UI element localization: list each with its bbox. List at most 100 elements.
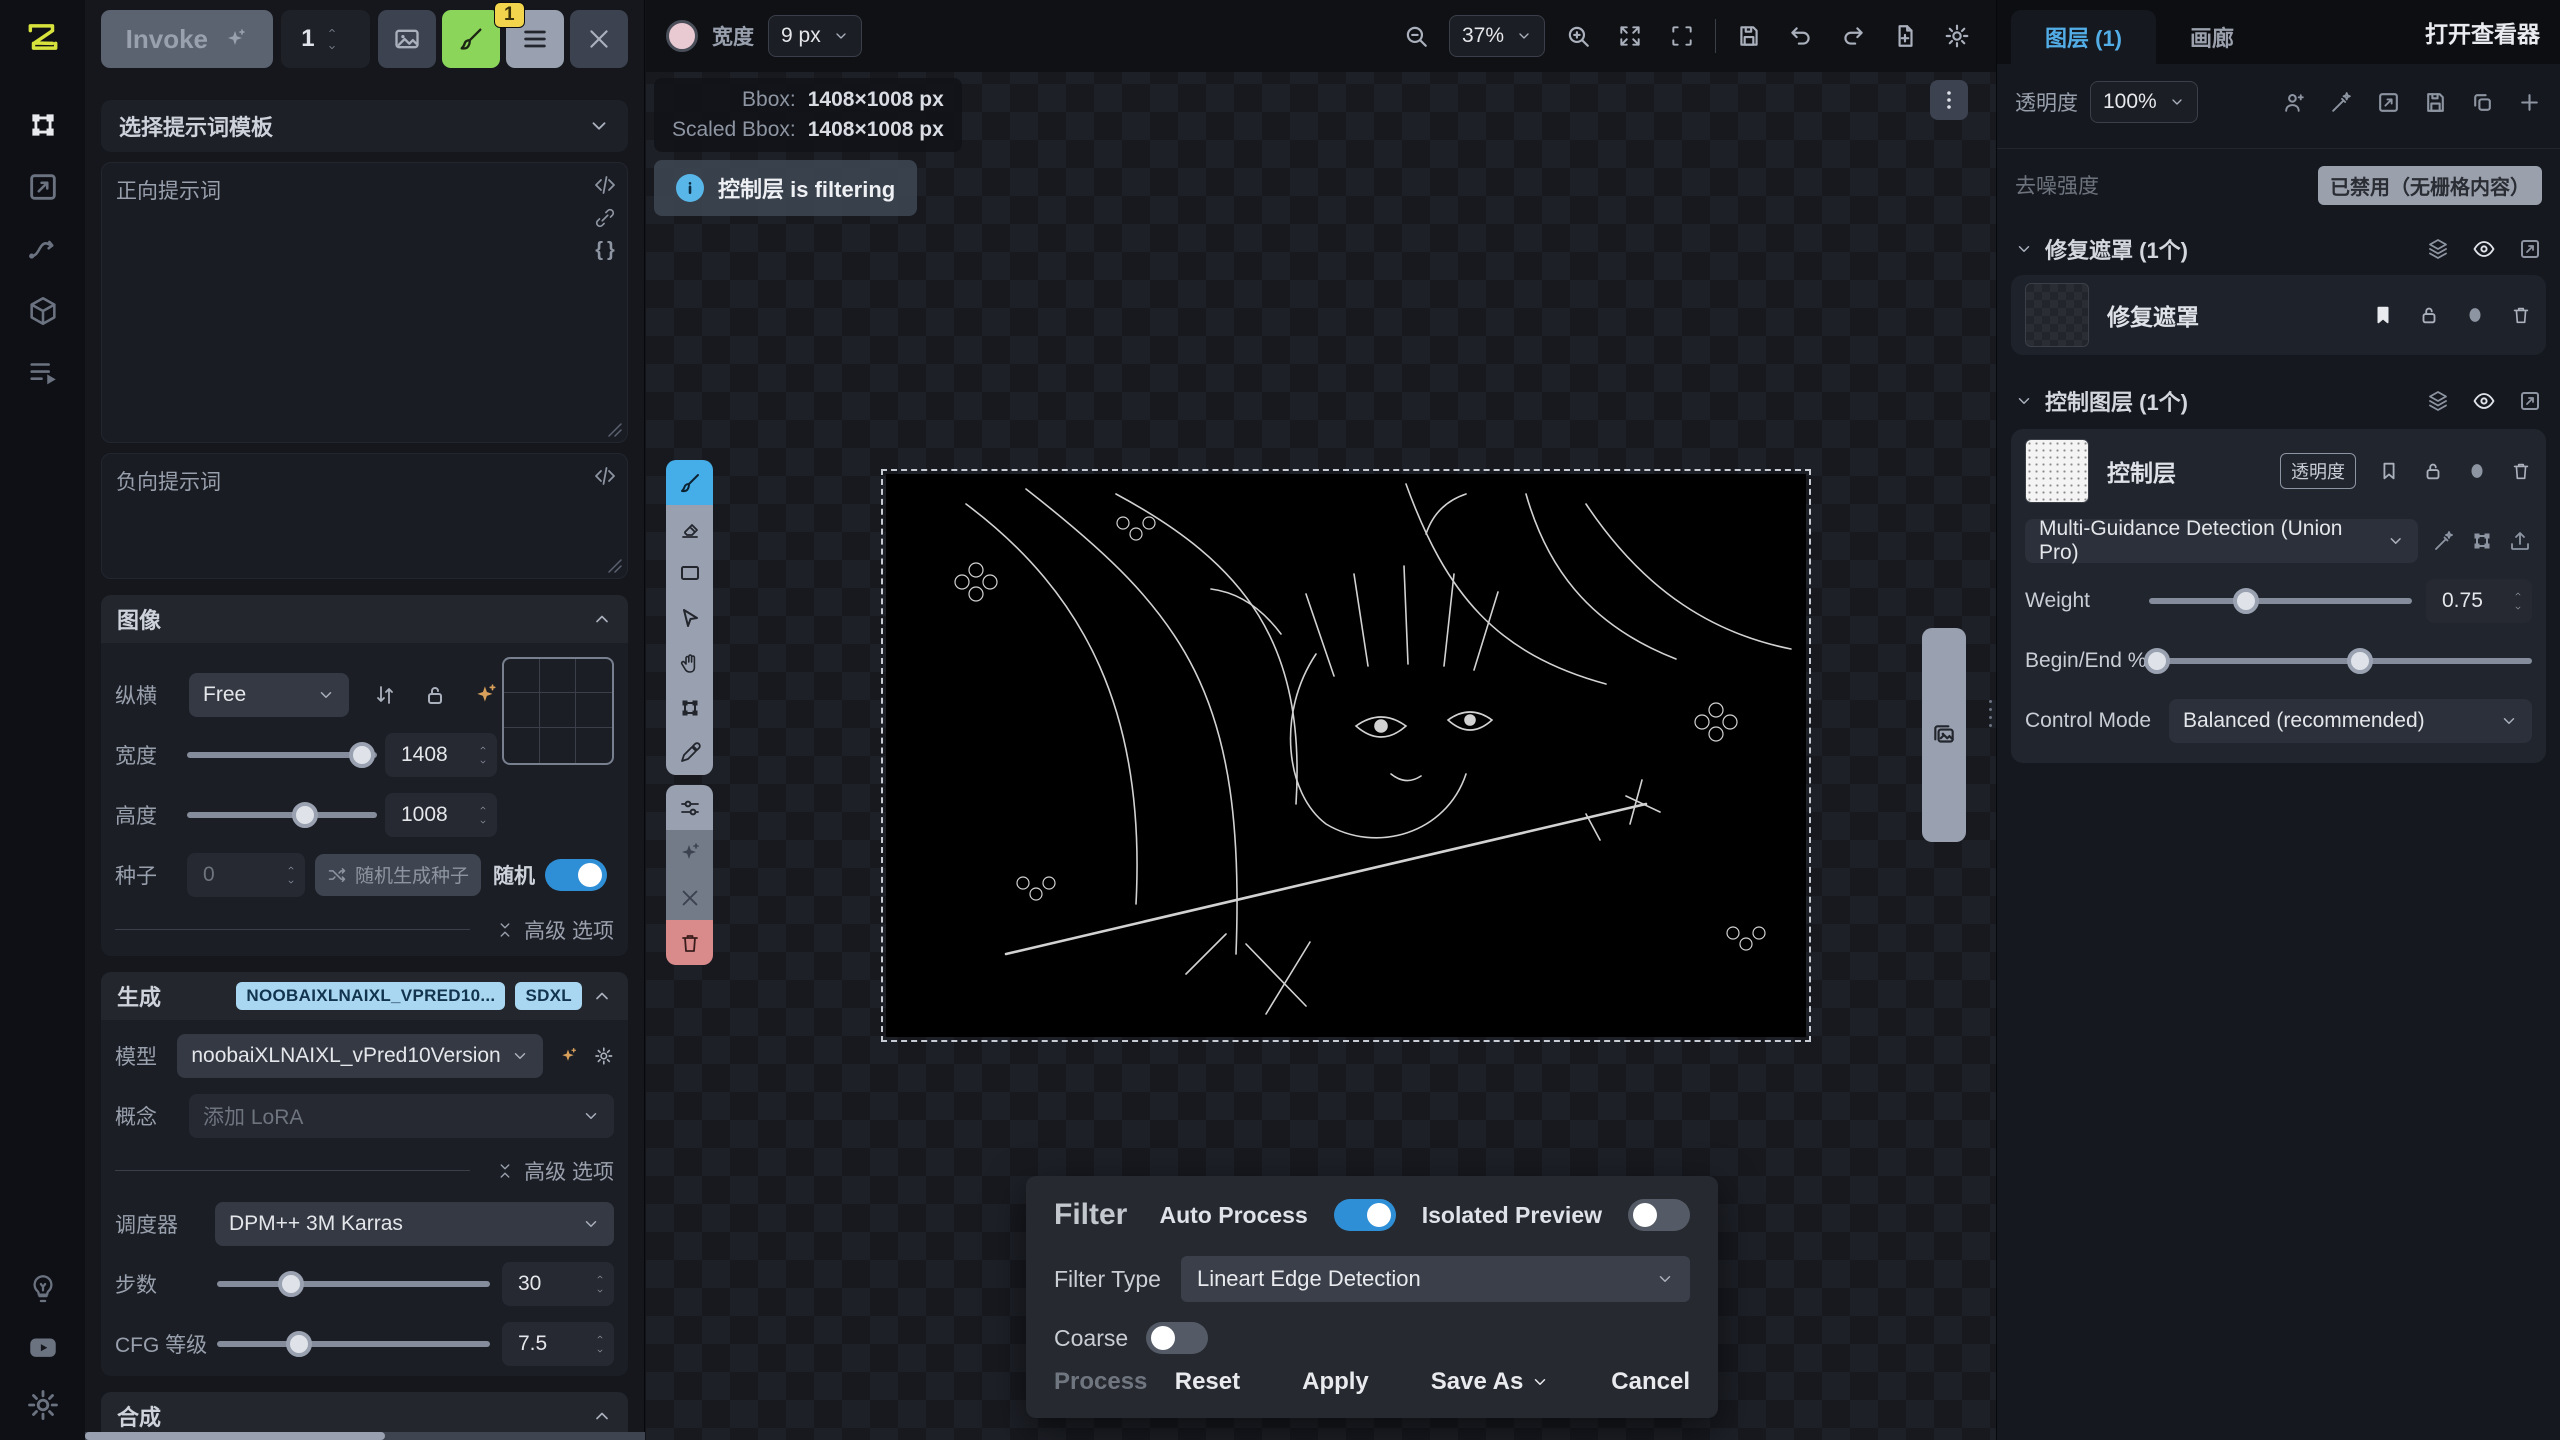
layers-icon[interactable] (2426, 237, 2450, 261)
stepper-down-icon[interactable] (594, 1287, 606, 1295)
wand-icon[interactable] (2432, 529, 2456, 553)
color-picker-tool-button[interactable] (666, 730, 713, 775)
lock-aspect-icon[interactable] (423, 683, 447, 707)
transform-tool-button[interactable] (666, 685, 713, 730)
seed-input[interactable]: 0 (187, 853, 305, 897)
aspect-ratio-select[interactable]: Free (189, 673, 349, 717)
prompt-template-selector[interactable]: 选择提示词模板 (101, 100, 628, 152)
generation-advanced-options[interactable]: 高级 选项 (115, 1156, 614, 1186)
image-advanced-options[interactable]: 高级 选项 (115, 915, 614, 945)
steps-input[interactable]: 30 (502, 1262, 614, 1306)
opacity-select[interactable]: 100% (2090, 81, 2198, 123)
weight-input[interactable]: 0.75 (2426, 579, 2532, 623)
canvas-image-lineart[interactable] (886, 474, 1806, 1037)
lock-icon[interactable] (2418, 304, 2440, 326)
begin-slider-thumb[interactable] (2144, 648, 2170, 674)
stepper-up-icon[interactable] (477, 804, 489, 812)
lock-icon[interactable] (2422, 460, 2444, 482)
process-button[interactable]: Process (1054, 1368, 1147, 1396)
rectangle-tool-button[interactable] (666, 550, 713, 595)
image-section-header[interactable]: 图像 (101, 595, 628, 643)
braces-icon[interactable]: { } (595, 239, 615, 262)
nav-canvas-icon[interactable] (26, 108, 60, 142)
queue-count-input[interactable]: 1 (281, 10, 370, 68)
redo-button[interactable] (1834, 17, 1872, 55)
code-embed-icon[interactable] (593, 464, 617, 488)
delete-layer-button[interactable] (666, 920, 713, 965)
launchpad-image-button[interactable] (378, 10, 436, 68)
nav-models-icon[interactable] (26, 294, 60, 328)
stepper-up-icon[interactable] (477, 744, 489, 752)
zoom-level-select[interactable]: 37% (1449, 15, 1545, 57)
height-slider[interactable] (187, 793, 377, 837)
save-as-button[interactable]: Save As (1431, 1368, 1550, 1396)
stepper-up-icon[interactable] (2512, 590, 2524, 598)
new-session-button[interactable] (1886, 17, 1924, 55)
stepper-down-icon[interactable] (477, 758, 489, 766)
help-bulb-icon[interactable] (26, 1272, 60, 1306)
scheduler-select[interactable]: DPM++ 3M Karras (215, 1202, 614, 1246)
stepper-down-icon[interactable] (594, 1347, 606, 1355)
save-icon[interactable] (2423, 90, 2448, 115)
steps-slider-thumb[interactable] (278, 1271, 304, 1297)
merge-layers-icon[interactable] (2282, 90, 2307, 115)
link-concat-icon[interactable] (594, 207, 616, 229)
auto-process-toggle[interactable] (1334, 1199, 1396, 1231)
fit-bbox-button[interactable] (1663, 17, 1701, 55)
layers-icon[interactable] (2426, 389, 2450, 413)
negative-prompt-box[interactable]: 负向提示词 (101, 453, 628, 578)
inpaint-mask-section-header[interactable]: 修复遮罩 (1个) (1997, 233, 2560, 265)
brush-tool-button[interactable] (666, 460, 713, 505)
scrollbar-thumb[interactable] (85, 1432, 385, 1440)
zoom-out-button[interactable] (1397, 17, 1435, 55)
frame-icon[interactable] (2518, 389, 2542, 413)
brush-width-select[interactable]: 9 px (768, 15, 862, 57)
steps-slider[interactable] (217, 1262, 490, 1306)
control-model-select[interactable]: Multi-Guidance Detection (Union Pro) (2025, 519, 2418, 563)
swap-dimensions-icon[interactable] (373, 683, 397, 707)
end-slider-thumb[interactable] (2347, 648, 2373, 674)
control-layer-card[interactable]: 控制层 透明度 Multi-Guidance Detection (Union … (2011, 429, 2546, 763)
wand-icon[interactable] (2329, 90, 2354, 115)
bookmark-icon[interactable] (2378, 460, 2400, 482)
width-slider[interactable] (187, 733, 377, 777)
width-input[interactable]: 1408 (385, 733, 497, 777)
add-layer-icon[interactable] (2517, 90, 2542, 115)
tab-layers[interactable]: 图层 (1) (2011, 10, 2156, 64)
stepper-down-icon[interactable] (285, 878, 297, 886)
weight-slider[interactable] (2149, 579, 2412, 623)
frame-icon[interactable] (2518, 237, 2542, 261)
process-sparkle-button[interactable] (666, 830, 713, 875)
control-layers-section-header[interactable]: 控制图层 (1个) (1997, 385, 2560, 417)
visibility-eye-icon[interactable] (2472, 237, 2496, 261)
layer-opacity-chip[interactable]: 透明度 (2280, 453, 2356, 489)
upload-icon[interactable] (2508, 529, 2532, 553)
mask-fill-icon[interactable] (2464, 304, 2486, 326)
lora-select[interactable]: 添加 LoRA (189, 1094, 614, 1138)
optimize-sparkle-icon[interactable] (473, 682, 499, 708)
transform-icon[interactable] (2470, 529, 2494, 553)
stepper-down-icon[interactable] (2512, 604, 2524, 612)
model-settings-gear-icon[interactable] (594, 1044, 614, 1068)
weight-slider-thumb[interactable] (2233, 588, 2259, 614)
canvas-menu-button[interactable] (1930, 80, 1968, 120)
bookmark-icon[interactable] (2372, 304, 2394, 326)
undo-button[interactable] (1782, 17, 1820, 55)
move-tool-button[interactable] (666, 595, 713, 640)
inpaint-mask-layer-card[interactable]: 修复遮罩 (2011, 275, 2546, 355)
model-sparkle-icon[interactable] (559, 1044, 579, 1068)
code-embed-icon[interactable] (593, 173, 617, 197)
youtube-icon[interactable] (26, 1330, 60, 1364)
randomize-seed-button[interactable]: 随机生成种子 (315, 854, 481, 896)
resize-handle-icon[interactable] (607, 422, 623, 438)
stepper-up-icon[interactable] (594, 1273, 606, 1281)
control-mode-select[interactable]: Balanced (recommended) (2169, 699, 2532, 743)
stepper-up-icon[interactable] (285, 864, 297, 872)
height-input[interactable]: 1008 (385, 793, 497, 837)
height-slider-thumb[interactable] (292, 802, 318, 828)
cancel-button[interactable]: Cancel (1611, 1368, 1690, 1396)
fit-canvas-button[interactable] (1611, 17, 1649, 55)
random-seed-toggle[interactable] (545, 859, 607, 891)
filter-type-select[interactable]: Lineart Edge Detection (1181, 1256, 1690, 1302)
close-button[interactable] (570, 10, 628, 68)
